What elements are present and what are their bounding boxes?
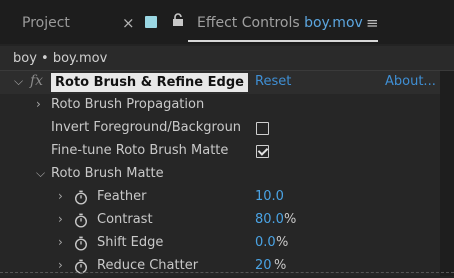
propagation-row[interactable]: › Roto Brush Propagation bbox=[0, 94, 440, 117]
crop-edge-divider bbox=[0, 272, 454, 273]
matte-group-label: Roto Brush Matte bbox=[51, 166, 164, 181]
matte-group-row[interactable]: ⌵ Roto Brush Matte bbox=[0, 163, 440, 186]
param-value[interactable]: 0.0 bbox=[255, 235, 276, 250]
param-row-contrast: › Contrast 80.0% bbox=[0, 209, 440, 232]
tab-effect-controls-file: boy.mov bbox=[304, 15, 363, 31]
param-label: Reduce Chatter bbox=[97, 258, 199, 273]
chevron-right-icon[interactable]: › bbox=[58, 235, 63, 249]
chevron-down-icon[interactable]: ⌵ bbox=[36, 166, 45, 181]
stopwatch-icon[interactable] bbox=[74, 236, 88, 255]
reset-button[interactable]: Reset bbox=[255, 74, 291, 89]
panel-scrollbar[interactable] bbox=[440, 71, 454, 276]
tab-effect-controls[interactable]: Effect Controls boy.mov bbox=[197, 15, 363, 31]
param-unit: % bbox=[284, 212, 297, 227]
stopwatch-icon[interactable] bbox=[74, 190, 88, 209]
param-row-feather: › Feather 10.0 bbox=[0, 186, 440, 209]
chevron-down-icon[interactable]: ⌵ bbox=[14, 74, 23, 89]
stopwatch-icon[interactable] bbox=[74, 213, 88, 232]
about-link[interactable]: About... bbox=[385, 74, 436, 89]
invert-row: Invert Foreground/Backgroun bbox=[0, 117, 440, 140]
effect-header-row[interactable]: ⌵ fx Roto Brush & Refine Edge Reset Abou… bbox=[0, 71, 440, 94]
chevron-right-icon[interactable]: › bbox=[58, 189, 63, 203]
tab-project[interactable]: Project bbox=[22, 15, 70, 31]
invert-label: Invert Foreground/Backgroun bbox=[51, 120, 242, 135]
effect-controls-panel: ⌵ fx Roto Brush & Refine Edge Reset Abou… bbox=[0, 71, 440, 276]
param-row-reduce-chatter: › Reduce Chatter 20% bbox=[0, 255, 440, 278]
stopwatch-icon[interactable] bbox=[74, 259, 88, 278]
panel-tab-bar: Project × Effect Controls boy.mov ≡ bbox=[0, 0, 454, 44]
invert-checkbox[interactable] bbox=[256, 122, 269, 135]
param-value[interactable]: 10.0 bbox=[255, 189, 284, 204]
panel-menu-icon[interactable]: ≡ bbox=[366, 14, 379, 32]
effect-name[interactable]: Roto Brush & Refine Edge bbox=[51, 73, 248, 92]
breadcrumb-bar: boy • boy.mov bbox=[0, 46, 454, 71]
fx-toggle-icon[interactable]: fx bbox=[30, 73, 43, 89]
param-value[interactable]: 80.0 bbox=[255, 212, 284, 227]
finetune-checkbox[interactable] bbox=[256, 145, 269, 158]
finetune-label: Fine-tune Roto Brush Matte bbox=[51, 143, 229, 158]
breadcrumb: boy • boy.mov bbox=[13, 51, 108, 66]
param-value[interactable]: 20 bbox=[255, 258, 272, 273]
chevron-right-icon[interactable]: › bbox=[58, 258, 63, 272]
close-tab-icon[interactable]: × bbox=[122, 14, 135, 32]
chevron-right-icon[interactable]: › bbox=[36, 97, 41, 111]
active-tab-indicator bbox=[188, 40, 378, 42]
lock-icon[interactable] bbox=[172, 13, 184, 31]
param-unit: % bbox=[274, 258, 287, 273]
tab-effect-controls-label: Effect Controls bbox=[197, 15, 300, 31]
param-label: Shift Edge bbox=[97, 235, 164, 250]
propagation-label: Roto Brush Propagation bbox=[51, 97, 205, 112]
finetune-row: Fine-tune Roto Brush Matte bbox=[0, 140, 440, 163]
chevron-right-icon[interactable]: › bbox=[58, 212, 63, 226]
param-label: Feather bbox=[97, 189, 147, 204]
param-unit: % bbox=[276, 235, 289, 250]
param-row-shift-edge: › Shift Edge 0.0% bbox=[0, 232, 440, 255]
param-label: Contrast bbox=[97, 212, 153, 227]
panel-color-swatch-icon bbox=[145, 16, 157, 28]
